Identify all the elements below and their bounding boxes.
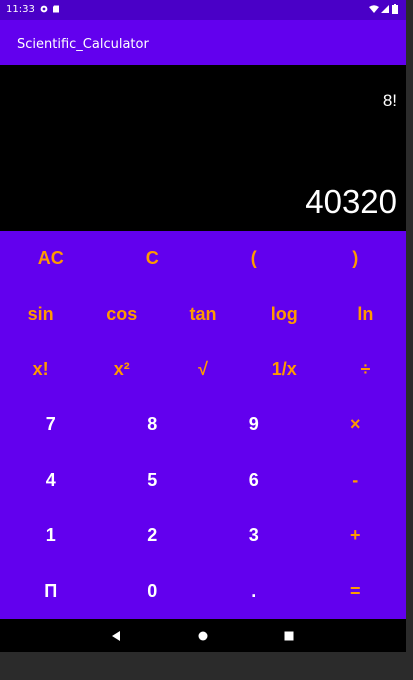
keypad-row4: 7 8 9 × <box>0 397 406 452</box>
recents-button[interactable] <box>269 619 309 652</box>
keypad-row7: Π 0. = <box>0 564 406 619</box>
close-paren-button[interactable]: ) <box>305 231 407 286</box>
digit-9-button[interactable]: 9 <box>203 397 305 452</box>
result-text: 40320 <box>305 183 397 220</box>
sd-card-icon <box>53 5 59 13</box>
calculator-display: 8! 40320 <box>0 65 406 231</box>
digit-8-button[interactable]: 8 <box>102 397 204 452</box>
open-paren-button[interactable]: ( <box>203 231 305 286</box>
factorial-button[interactable]: x! <box>0 342 81 397</box>
keypad-row1: AC C() <box>0 231 406 286</box>
keypad-row6: 1 2 3 + <box>0 508 406 563</box>
app-bar: Scientific_Calculator <box>0 20 406 65</box>
signal-icon <box>381 5 389 13</box>
log-button[interactable]: log <box>244 286 325 341</box>
wifi-icon <box>369 5 379 13</box>
digit-5-button[interactable]: 5 <box>102 453 204 508</box>
status-bar: 11:33 <box>0 0 406 20</box>
clear-all-button[interactable]: AC <box>0 231 102 286</box>
digit-1-button[interactable]: 1 <box>0 508 102 563</box>
data-saver-icon <box>40 5 48 13</box>
equals-button[interactable]: = <box>305 564 407 619</box>
home-button[interactable] <box>183 619 223 652</box>
multiply-button[interactable]: × <box>305 397 407 452</box>
back-icon <box>112 630 120 641</box>
sin-button[interactable]: sin <box>0 286 81 341</box>
recents-icon <box>284 631 294 640</box>
home-icon <box>198 631 208 640</box>
clear-button[interactable]: C <box>102 231 204 286</box>
keypad-row5: 456- <box>0 453 406 508</box>
sqrt-button[interactable]: √ <box>162 342 243 397</box>
digit-0-button[interactable]: 0 <box>102 564 204 619</box>
ln-button[interactable]: ln <box>325 286 406 341</box>
keypad-row3: x! x² √ 1/x ÷ <box>0 342 406 397</box>
phone-screen: 11:33 Scientific_Calculator 8! 40320 AC C… <box>0 0 406 652</box>
digit-7-button[interactable]: 7 <box>0 397 102 452</box>
digit-6-button[interactable]: 6 <box>203 453 305 508</box>
back-button[interactable] <box>96 619 136 652</box>
keypad-row2: sin cos tan log ln <box>0 286 406 341</box>
add-button[interactable]: + <box>305 508 407 563</box>
tan-button[interactable]: tan <box>162 286 243 341</box>
app-title: Scientific_Calculator <box>17 37 149 52</box>
battery-icon <box>392 4 398 14</box>
square-button[interactable]: x² <box>81 342 162 397</box>
pi-button[interactable]: Π <box>0 564 102 619</box>
navigation-bar <box>0 619 406 652</box>
subtract-button[interactable]: - <box>305 453 407 508</box>
decimal-button[interactable]: . <box>203 564 305 619</box>
digit-4-button[interactable]: 4 <box>0 453 102 508</box>
reciprocal-button[interactable]: 1/x <box>244 342 325 397</box>
digit-3-button[interactable]: 3 <box>203 508 305 563</box>
status-time: 11:33 <box>6 4 35 15</box>
expression-text: 8! <box>382 91 397 110</box>
keypad: AC C() sin cos tan log ln x! x² √ 1/x ÷ 7 8 9 × 4 5 6-1 2 3 +… <box>0 231 406 619</box>
cos-button[interactable]: cos <box>81 286 162 341</box>
divide-button[interactable]: ÷ <box>325 342 406 397</box>
digit-2-button[interactable]: 2 <box>102 508 204 563</box>
